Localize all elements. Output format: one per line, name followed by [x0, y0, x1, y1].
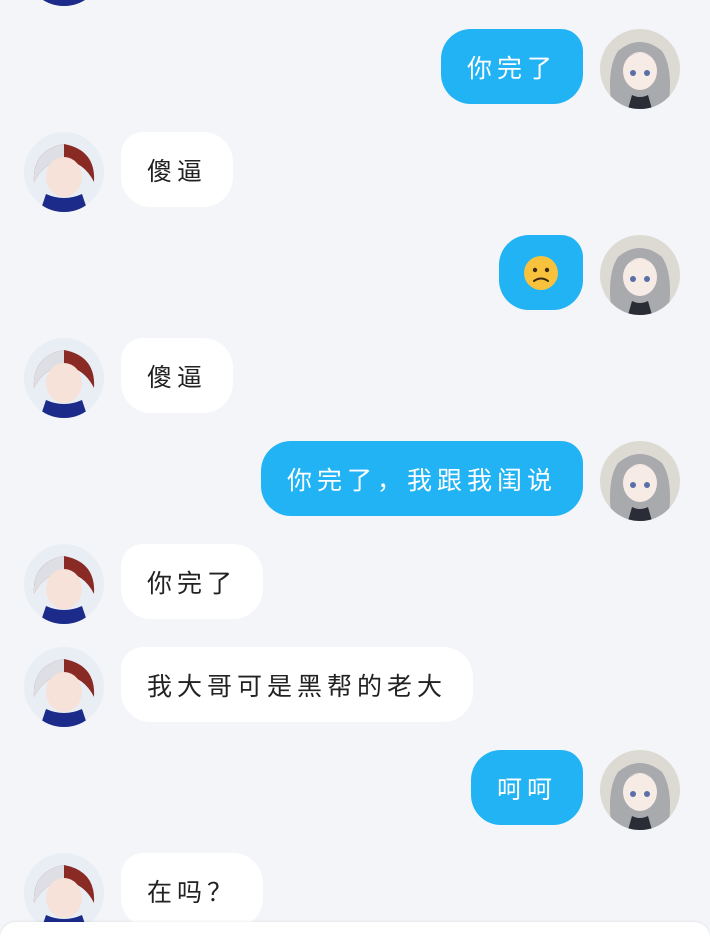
input-bar[interactable]: [0, 922, 710, 936]
contact-avatar[interactable]: [24, 853, 104, 933]
message-text: 你完了: [147, 568, 238, 598]
boy-avatar-icon: [24, 132, 104, 212]
boy-avatar-icon: [24, 853, 104, 933]
girl-avatar-icon: [600, 235, 680, 315]
chat-window: 你完了 傻逼 傻逼 你完了，我跟我闺说 你完了 我大哥可是黑帮的老大 呵呵 在吗…: [0, 0, 710, 936]
girl-avatar-icon: [600, 441, 680, 521]
incoming-message-bubble[interactable]: 在吗？: [121, 853, 264, 928]
outgoing-message-bubble[interactable]: 呵呵: [470, 750, 583, 825]
message-text: 在吗？: [147, 877, 238, 907]
my-avatar[interactable]: [600, 29, 680, 109]
my-avatar[interactable]: [600, 235, 680, 315]
outgoing-message-bubble[interactable]: [499, 235, 583, 310]
incoming-message-bubble[interactable]: 你完了: [121, 544, 264, 619]
incoming-message-bubble[interactable]: 傻逼: [121, 132, 234, 207]
message-text: 我大哥可是黑帮的老大: [147, 671, 448, 701]
boy-avatar-icon: [24, 338, 104, 418]
message-text: 傻逼: [147, 362, 208, 392]
contact-avatar[interactable]: [24, 132, 104, 212]
message-text: 傻逼: [147, 156, 208, 186]
contact-avatar[interactable]: [24, 0, 104, 6]
incoming-message-bubble[interactable]: 傻逼: [121, 338, 234, 413]
outgoing-message-bubble[interactable]: 你完了: [440, 29, 583, 104]
message-text: 呵呵: [496, 774, 557, 804]
boy-avatar-icon: [24, 0, 104, 6]
message-text: 你完了，我跟我闺说: [286, 465, 557, 495]
boy-avatar-icon: [24, 544, 104, 624]
contact-avatar[interactable]: [24, 544, 104, 624]
girl-avatar-icon: [600, 29, 680, 109]
contact-avatar[interactable]: [24, 338, 104, 418]
contact-avatar[interactable]: [24, 647, 104, 727]
confused-face-emoji: [524, 255, 558, 290]
outgoing-message-bubble[interactable]: 你完了，我跟我闺说: [260, 441, 583, 516]
message-text: 你完了: [466, 53, 557, 83]
incoming-message-bubble[interactable]: 我大哥可是黑帮的老大: [121, 647, 474, 722]
boy-avatar-icon: [24, 647, 104, 727]
girl-avatar-icon: [600, 750, 680, 830]
my-avatar[interactable]: [600, 750, 680, 830]
my-avatar[interactable]: [600, 441, 680, 521]
